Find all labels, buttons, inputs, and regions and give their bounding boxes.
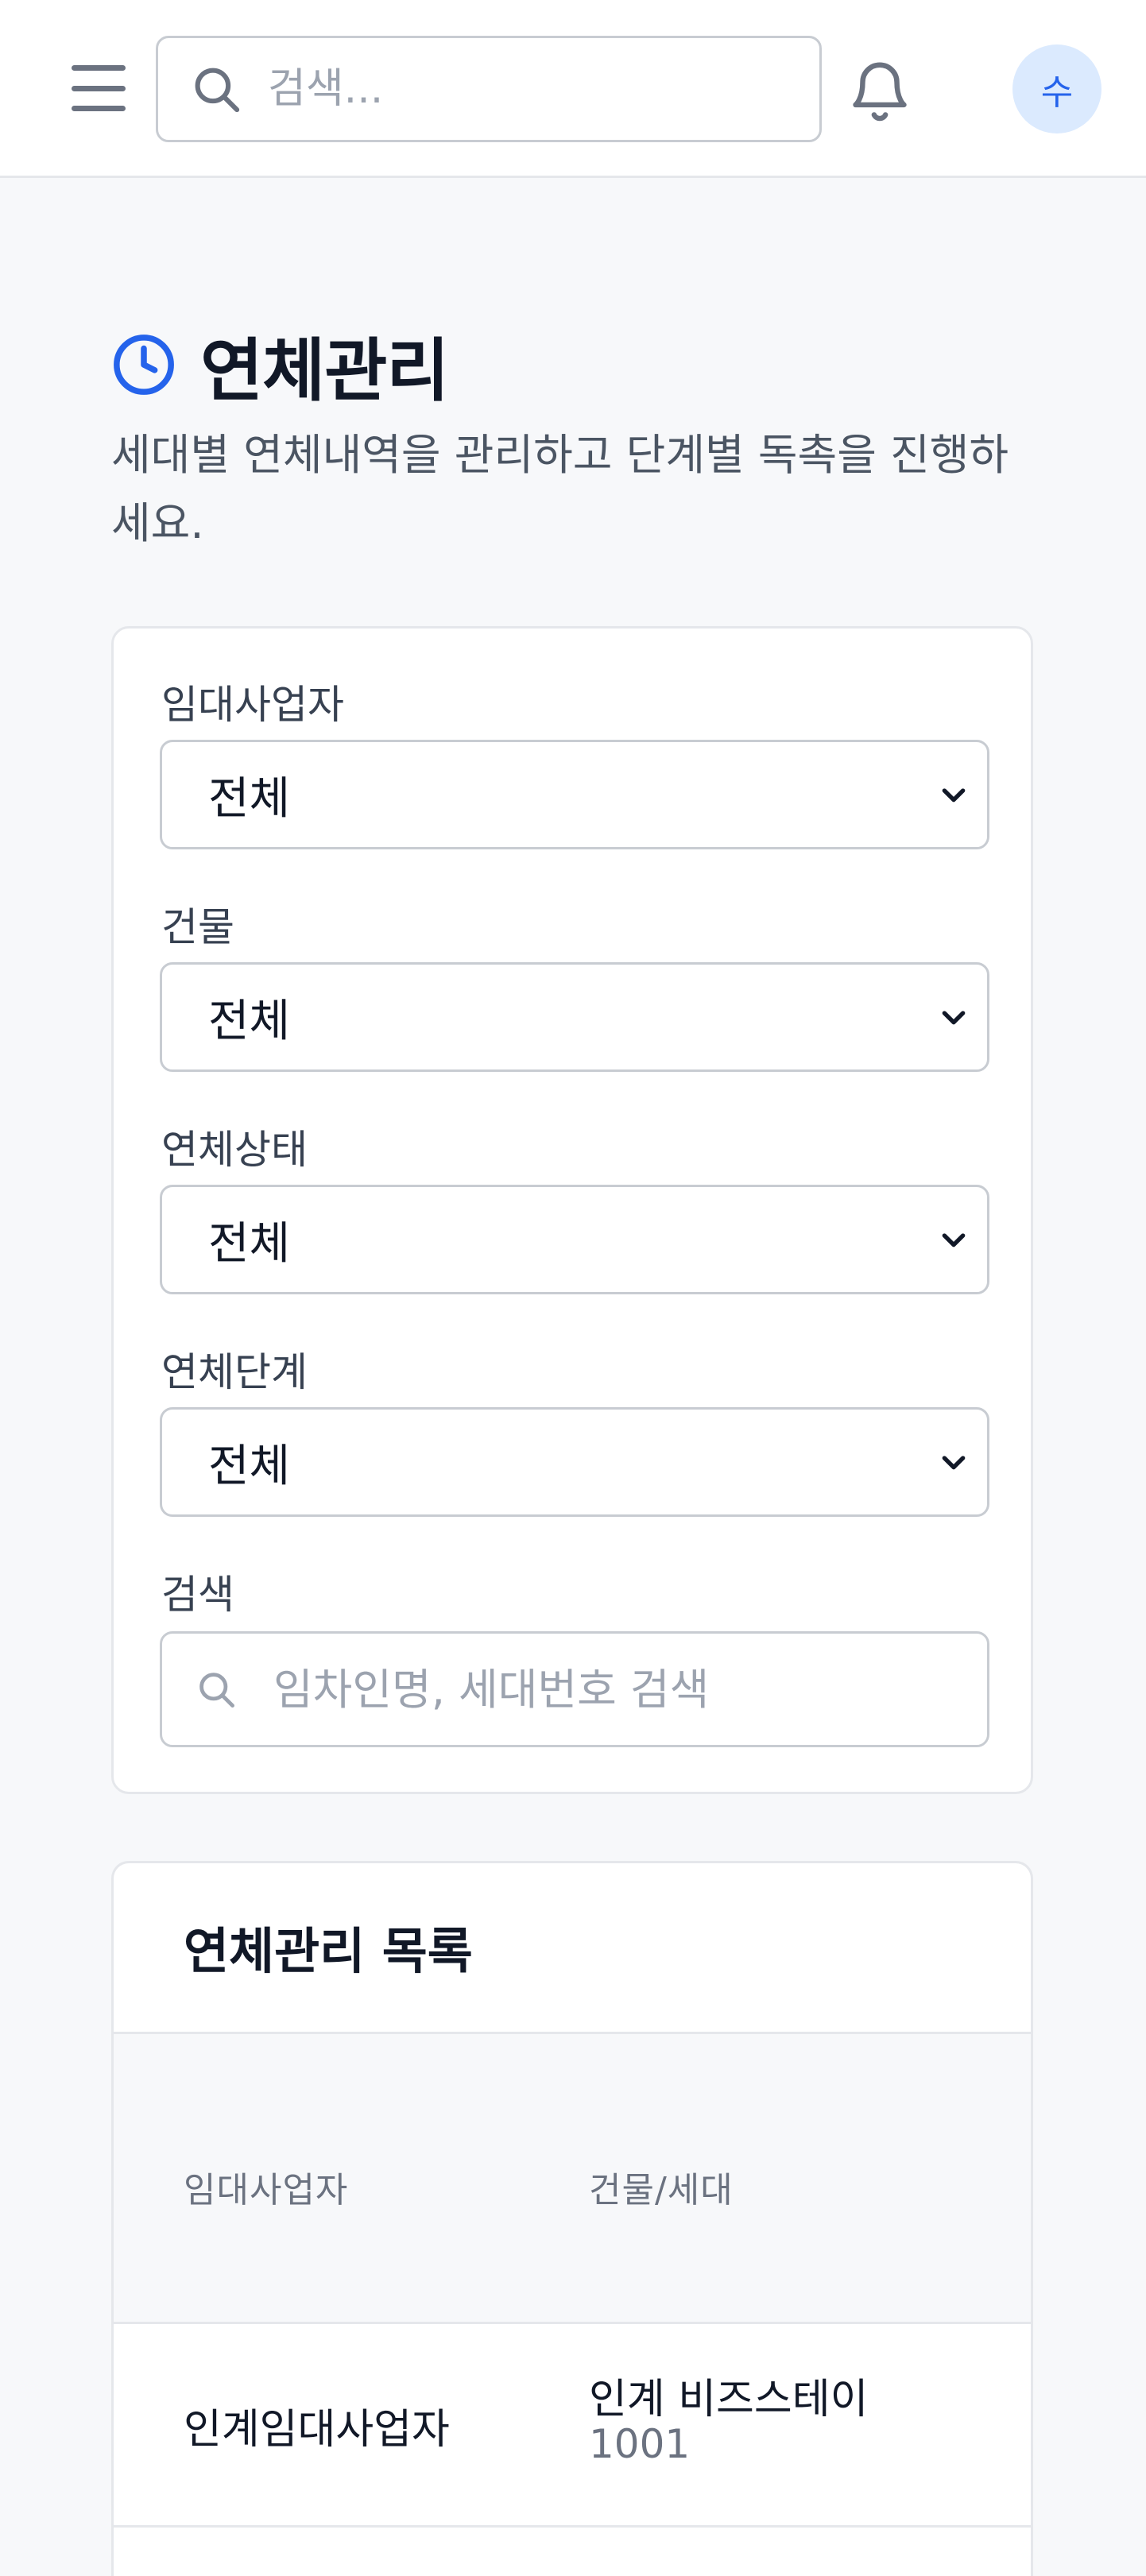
filter-panel: 임대사업자 전체 건물 전체 연체상태 전체 연체단계 전체 검색 xyxy=(111,626,1033,1794)
lessor-filter-label: 임대사업자 xyxy=(161,682,344,728)
chevron-down-icon xyxy=(942,1233,966,1247)
column-header-building-unit[interactable]: 건물/세대 xyxy=(589,2161,734,2212)
chevron-down-icon xyxy=(942,1456,966,1470)
status-filter-select[interactable]: 전체 xyxy=(160,1185,989,1294)
search-icon xyxy=(195,68,240,113)
global-search-input[interactable] xyxy=(268,65,776,113)
top-bar: 수 xyxy=(0,0,1146,178)
lessor-filter-value: 전체 xyxy=(208,772,291,825)
stage-filter-value: 전체 xyxy=(208,1440,291,1492)
status-filter-label: 연체상태 xyxy=(161,1127,308,1173)
page-header: 연체관리 xyxy=(111,315,449,414)
page-description: 세대별 연체내역을 관리하고 단계별 독촉을 진행하세요. xyxy=(111,430,1009,548)
list-title: 연체관리 목록 xyxy=(184,1922,473,1980)
chevron-down-icon xyxy=(942,1011,966,1025)
search-filter-label: 검색 xyxy=(161,1572,234,1618)
page-title: 연체관리 xyxy=(200,331,449,411)
table-row[interactable]: 인계임대사업자 인계 비즈스테이 1001 xyxy=(114,2324,1031,2528)
lessor-filter-select[interactable]: 전체 xyxy=(160,740,989,849)
building-filter-label: 건물 xyxy=(161,904,234,950)
status-filter-value: 전체 xyxy=(208,1217,291,1270)
table-header: 임대사업자 건물/세대 xyxy=(114,2032,1031,2324)
bell-icon[interactable] xyxy=(846,52,914,129)
menu-icon[interactable] xyxy=(72,65,126,111)
global-search[interactable] xyxy=(156,36,822,142)
row-unit: 1001 xyxy=(589,2421,691,2467)
building-filter-value: 전체 xyxy=(208,995,291,1047)
stage-filter-select[interactable]: 전체 xyxy=(160,1407,989,1517)
building-filter-select[interactable]: 전체 xyxy=(160,962,989,1072)
row-building: 인계 비즈스테이 xyxy=(589,2376,869,2423)
row-lessor: 인계임대사업자 xyxy=(184,2406,450,2454)
clock-icon xyxy=(114,334,174,395)
search-icon xyxy=(199,1673,234,1708)
avatar[interactable]: 수 xyxy=(1012,44,1101,133)
column-header-lessor[interactable]: 임대사업자 xyxy=(184,2161,348,2212)
tenant-search-input[interactable] xyxy=(273,1664,957,1715)
stage-filter-label: 연체단계 xyxy=(161,1349,308,1395)
tenant-search-field[interactable] xyxy=(160,1631,989,1747)
overdue-list-card: 연체관리 목록 임대사업자 건물/세대 인계임대사업자 인계 비즈스테이 100… xyxy=(111,1861,1033,2576)
chevron-down-icon xyxy=(942,788,966,803)
